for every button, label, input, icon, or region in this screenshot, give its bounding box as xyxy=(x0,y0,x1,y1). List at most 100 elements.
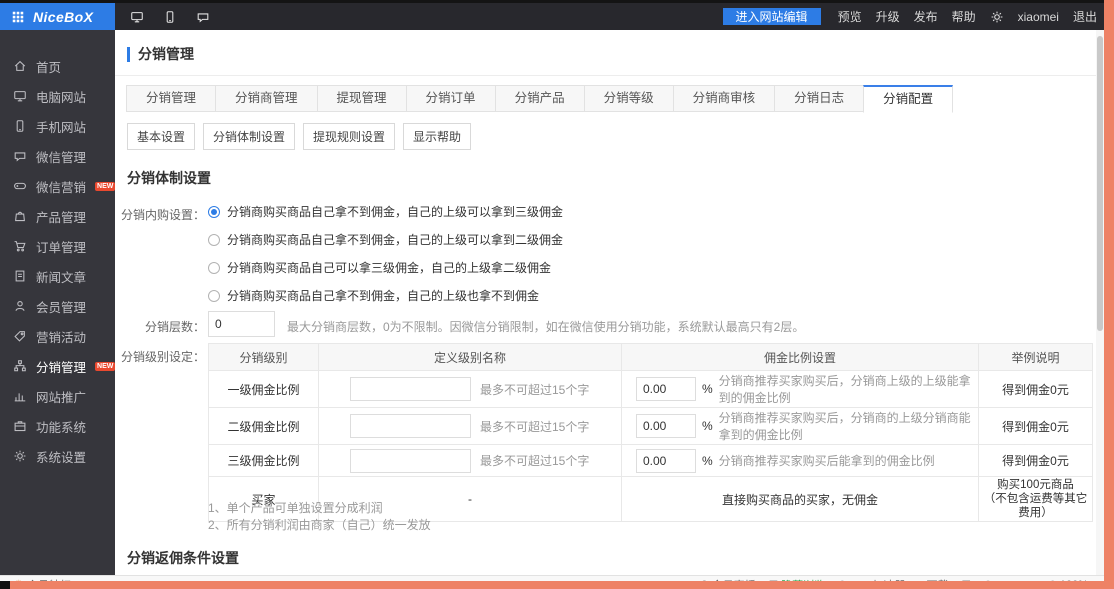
sidebar-item-label: 电脑网站 xyxy=(36,87,86,106)
level3-name-input[interactable] xyxy=(350,449,471,473)
page-title-text: 分销管理 xyxy=(138,44,194,64)
subtab-show-help[interactable]: 显示帮助 xyxy=(403,123,471,150)
app-window: NiceBoX 进入网站编辑 预览 升级 发布 帮助 xiaomei 退出 首页… xyxy=(0,0,1114,589)
radio-selected-icon[interactable] xyxy=(208,206,220,218)
radio-option-4[interactable]: 分销商购买商品自己拿不到佣金，自己的上级也拿不到佣金 xyxy=(208,287,539,304)
buyer-desc: 直接购买商品的买家，无佣金 xyxy=(622,477,979,522)
tab-distribution-logs[interactable]: 分销日志 xyxy=(774,85,864,112)
sidebar-item-members[interactable]: 会员管理 xyxy=(0,291,115,321)
name-length-hint: 最多不可超过15个字 xyxy=(480,418,589,435)
layers-label: 分销层数： xyxy=(115,318,205,335)
layers-input[interactable] xyxy=(208,311,275,337)
tab-bar: 分销管理 分销商管理 提现管理 分销订单 分销产品 分销等级 分销商审核 分销日… xyxy=(127,85,953,113)
radio-icon[interactable] xyxy=(208,290,220,302)
main-content: 分销管理 分销管理 分销商管理 提现管理 分销订单 分销产品 分销等级 分销商审… xyxy=(115,30,1096,575)
device-switcher xyxy=(115,3,210,30)
tab-distribution-products[interactable]: 分销产品 xyxy=(495,85,585,112)
level2-ratio-input[interactable] xyxy=(636,414,696,438)
scrollbar-thumb[interactable] xyxy=(1097,36,1103,331)
radio-icon[interactable] xyxy=(208,234,220,246)
upgrade-link[interactable]: 升级 xyxy=(876,8,900,25)
sidebar-item-label: 新闻文章 xyxy=(36,267,86,286)
level2-name-input[interactable] xyxy=(350,414,471,438)
sidebar-item-label: 会员管理 xyxy=(36,297,86,316)
radio-icon[interactable] xyxy=(208,262,220,274)
sidebar-item-distribution[interactable]: 分销管理NEW xyxy=(0,351,115,381)
mobile-site-icon[interactable] xyxy=(163,10,177,24)
radio-option-2[interactable]: 分销商购买商品自己拿不到佣金，自己的上级可以拿到二级佣金 xyxy=(208,231,563,248)
sidebar-item-marketing[interactable]: 营销活动 xyxy=(0,321,115,351)
sidebar-item-label: 手机网站 xyxy=(36,117,86,136)
tab-distribution-levels[interactable]: 分销等级 xyxy=(584,85,674,112)
level3-ratio-input[interactable] xyxy=(636,449,696,473)
help-link[interactable]: 帮助 xyxy=(952,8,976,25)
radio-option-label: 分销商购买商品自己拿不到佣金，自己的上级可以拿到二级佣金 xyxy=(227,231,563,248)
app-logo[interactable]: NiceBoX xyxy=(0,3,115,30)
inner-purchase-label: 分销内购设置： xyxy=(115,206,205,223)
preview-link[interactable]: 预览 xyxy=(838,8,862,25)
sidebar-item-home[interactable]: 首页 xyxy=(0,51,115,81)
sidebar-item-mobile-site[interactable]: 手机网站 xyxy=(0,111,115,141)
username-label[interactable]: xiaomei xyxy=(1018,10,1059,24)
buyer-example-line1: 购买100元商品 xyxy=(980,478,1091,492)
tab-withdrawal-mgmt[interactable]: 提现管理 xyxy=(317,85,407,112)
apps-grid-icon xyxy=(11,10,25,24)
sidebar-item-promotion[interactable]: 网站推广 xyxy=(0,381,115,411)
monitor-icon xyxy=(13,89,27,103)
publish-link[interactable]: 发布 xyxy=(914,8,938,25)
sidebar-item-orders[interactable]: 订单管理 xyxy=(0,231,115,261)
sidebar-item-label: 功能系统 xyxy=(36,417,86,436)
tab-distribution-mgmt[interactable]: 分销管理 xyxy=(126,85,216,112)
subtab-withdraw-rules[interactable]: 提现规则设置 xyxy=(303,123,395,150)
sidebar-item-products[interactable]: 产品管理 xyxy=(0,201,115,231)
section-heading-system: 分销体制设置 xyxy=(127,168,211,188)
radio-option-label: 分销商购买商品自己拿不到佣金，自己的上级可以拿到三级佣金 xyxy=(227,203,563,220)
sidebar-item-system-settings[interactable]: 系统设置 xyxy=(0,441,115,471)
desktop-site-icon[interactable] xyxy=(130,10,144,24)
col-header-name: 定义级别名称 xyxy=(319,344,622,371)
tab-distribution-orders[interactable]: 分销订单 xyxy=(406,85,496,112)
sidebar-item-wechat-marketing[interactable]: 微信营销NEW xyxy=(0,171,115,201)
col-header-example: 举例说明 xyxy=(979,344,1093,371)
radio-option-1[interactable]: 分销商购买商品自己拿不到佣金，自己的上级可以拿到三级佣金 xyxy=(208,203,563,220)
enter-site-editor-button[interactable]: 进入网站编辑 xyxy=(723,8,821,25)
home-icon xyxy=(13,59,27,73)
wechat-chat-icon[interactable] xyxy=(196,10,210,24)
level-name: 三级佣金比例 xyxy=(209,445,319,477)
sitemap-icon xyxy=(13,359,27,373)
subtab-system-settings[interactable]: 分销体制设置 xyxy=(203,123,295,150)
level1-name-input[interactable] xyxy=(350,377,471,401)
level1-ratio-input[interactable] xyxy=(636,377,696,401)
logout-link[interactable]: 退出 xyxy=(1073,8,1097,25)
tab-distributor-mgmt[interactable]: 分销商管理 xyxy=(215,85,318,112)
ratio-hint: 分销商推荐买家购买后能拿到的佣金比例 xyxy=(719,452,935,469)
top-right-menu: 进入网站编辑 预览 升级 发布 帮助 xiaomei 退出 xyxy=(723,3,1104,30)
subtab-bar: 基本设置 分销体制设置 提现规则设置 显示帮助 xyxy=(127,123,471,150)
tab-distribution-config[interactable]: 分销配置 xyxy=(863,85,953,113)
percent-sign: % xyxy=(702,419,713,433)
level-table-label: 分销级别设定： xyxy=(115,348,205,365)
radio-option-label: 分销商购买商品自己拿不到佣金，自己的上级也拿不到佣金 xyxy=(227,287,539,304)
tag-icon xyxy=(13,329,27,343)
gamepad-icon xyxy=(13,179,27,193)
new-badge: NEW xyxy=(95,362,115,371)
sidebar-item-wechat-mgmt[interactable]: 微信管理 xyxy=(0,141,115,171)
sidebar-item-label: 营销活动 xyxy=(36,327,86,346)
settings-gear-icon[interactable] xyxy=(990,10,1004,24)
radio-option-3[interactable]: 分销商购买商品自己可以拿三级佣金，自己的上级拿二级佣金 xyxy=(208,259,551,276)
subtab-basic-settings[interactable]: 基本设置 xyxy=(127,123,195,150)
sidebar-item-pc-site[interactable]: 电脑网站 xyxy=(0,81,115,111)
col-header-level: 分销级别 xyxy=(209,344,319,371)
level-name: 二级佣金比例 xyxy=(209,408,319,445)
name-length-hint: 最多不可超过15个字 xyxy=(480,381,589,398)
sidebar-item-functions[interactable]: 功能系统 xyxy=(0,411,115,441)
note-1: 1、单个产品可单独设置分成利润 xyxy=(208,500,383,516)
tab-distributor-review[interactable]: 分销商审核 xyxy=(673,85,776,112)
frame-orange-right xyxy=(1104,0,1114,589)
sidebar-item-label: 首页 xyxy=(36,57,61,76)
logo-text: NiceBoX xyxy=(33,9,93,25)
table-row: 三级佣金比例 最多不可超过15个字 % 分销商推荐买家购买后能拿到的佣金比例 得… xyxy=(209,445,1093,477)
radio-option-label: 分销商购买商品自己可以拿三级佣金，自己的上级拿二级佣金 xyxy=(227,259,551,276)
document-icon xyxy=(13,269,27,283)
sidebar-item-news[interactable]: 新闻文章 xyxy=(0,261,115,291)
